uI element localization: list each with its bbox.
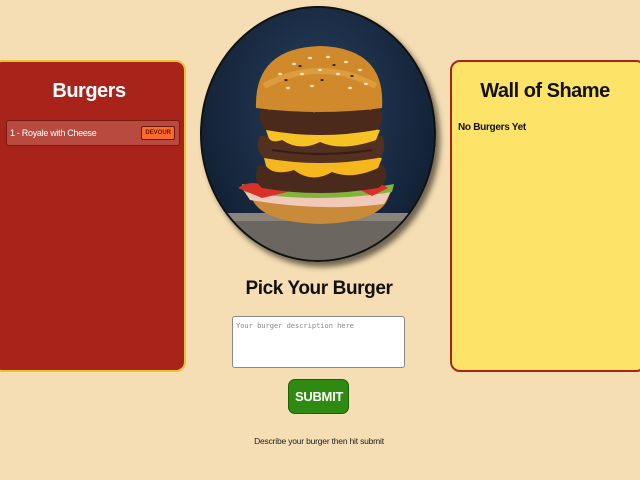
submit-button[interactable]: SUBMIT bbox=[288, 379, 349, 414]
page: Burgers 1 - Royale with Cheese DEVOUR Pi… bbox=[0, 0, 640, 480]
burger-description-input[interactable] bbox=[232, 316, 405, 368]
burgers-panel-title: Burgers bbox=[52, 80, 126, 102]
burgers-panel: Burgers 1 - Royale with Cheese DEVOUR bbox=[0, 60, 186, 372]
shame-panel: Wall of Shame No Burgers Yet bbox=[450, 60, 640, 372]
shame-empty-text: No Burgers Yet bbox=[458, 122, 526, 133]
burger-list-item: 1 - Royale with Cheese DEVOUR bbox=[6, 120, 180, 146]
form-hint: Describe your burger then hit submit bbox=[254, 436, 384, 446]
devour-button[interactable]: DEVOUR bbox=[141, 126, 175, 140]
burger-photo bbox=[200, 6, 436, 262]
shame-panel-title: Wall of Shame bbox=[480, 80, 610, 102]
form-title: Pick Your Burger bbox=[245, 278, 393, 299]
burger-name: 1 - Royale with Cheese bbox=[10, 128, 97, 138]
